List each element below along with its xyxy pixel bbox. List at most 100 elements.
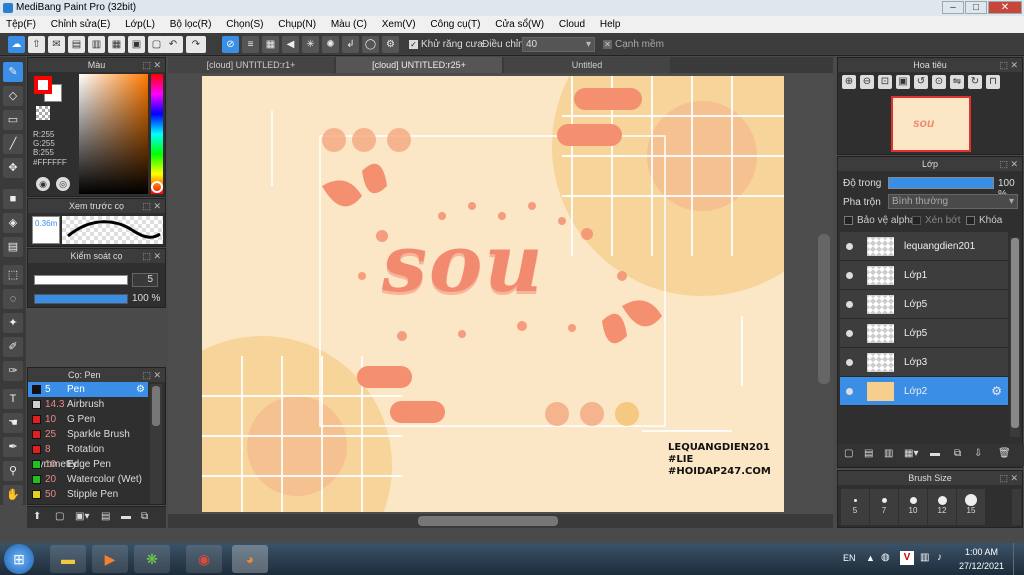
layer-menu-icon[interactable]: ▦▾: [904, 448, 918, 459]
lasso-tool-icon[interactable]: ◌: [3, 289, 23, 309]
lock-icon[interactable]: ⊓: [986, 75, 1000, 89]
zoom-out-icon[interactable]: ⊖: [860, 75, 874, 89]
actual-size-icon[interactable]: ▣: [896, 75, 910, 89]
brush-item-stipple[interactable]: 50 Stipple Pen: [28, 487, 148, 502]
navigator-thumbnail[interactable]: sou: [891, 96, 971, 152]
add-brush-icon[interactable]: ⬆: [33, 511, 41, 522]
snap-off-icon[interactable]: ⊘: [222, 36, 239, 53]
layer-folder-icon[interactable]: ▬: [930, 448, 940, 459]
delete-layer-icon[interactable]: 🗑: [998, 448, 1011, 459]
radial-snap-icon[interactable]: ✳: [302, 36, 319, 53]
new-halftone-layer-icon[interactable]: ▤: [864, 448, 873, 459]
panel-expand-icon[interactable]: ⬚ ✕: [142, 58, 161, 72]
image-icon[interactable]: ▣: [128, 36, 145, 53]
brush-tool-icon[interactable]: ✎: [3, 62, 23, 82]
layer-item-selected[interactable]: Lớp2 ⚙: [840, 377, 1008, 406]
menu-view[interactable]: Xem(V): [376, 16, 422, 33]
brush-size-preset[interactable]: 15: [957, 489, 985, 525]
opacity-slider[interactable]: [34, 294, 128, 304]
radial-line-icon[interactable]: ✺: [322, 36, 339, 53]
brush-item-watercolor[interactable]: 20 Watercolor (Wet): [28, 472, 148, 487]
delete-brush-icon[interactable]: ⧉: [141, 511, 148, 522]
horizontal-scroll-track[interactable]: [168, 514, 833, 528]
new-8bit-layer-icon[interactable]: ▥: [884, 448, 893, 459]
minimize-button[interactable]: –: [942, 1, 964, 14]
visibility-icon[interactable]: [846, 359, 853, 366]
menu-window[interactable]: Cửa sổ(W): [489, 16, 550, 33]
vertical-scrollbar[interactable]: [818, 234, 830, 384]
scroll-thumb[interactable]: [1011, 238, 1019, 428]
zoom-in-icon[interactable]: ⊕: [842, 75, 856, 89]
menu-help[interactable]: Help: [594, 16, 627, 33]
menu-snap[interactable]: Chụp(N): [272, 16, 322, 33]
merge-down-icon[interactable]: ⇩: [974, 448, 982, 459]
vanish-snap-icon[interactable]: ◀: [282, 36, 299, 53]
tray-v-icon[interactable]: V: [900, 551, 914, 565]
curve-snap-icon[interactable]: ↲: [342, 36, 359, 53]
tab-doc-3[interactable]: Untitled: [504, 57, 670, 73]
visibility-icon[interactable]: [846, 243, 853, 250]
brush-item-pen[interactable]: 5 Pen ⚙: [28, 382, 148, 397]
network-icon[interactable]: ▥: [920, 552, 929, 563]
circle-snap-icon[interactable]: ◯: [362, 36, 379, 53]
saturation-value-picker[interactable]: [79, 74, 148, 194]
menu-select[interactable]: Chọn(S): [220, 16, 269, 33]
redo-icon[interactable]: ↷: [186, 36, 206, 53]
brush-size-preset[interactable]: 7: [870, 489, 898, 525]
panel-expand-icon[interactable]: ⬚ ✕: [142, 249, 161, 263]
maximize-button[interactable]: □: [965, 1, 987, 14]
clip-checkbox[interactable]: [912, 216, 921, 225]
brush-item-sparkle[interactable]: 25 Sparkle Brush: [28, 427, 148, 442]
brush-copy-icon[interactable]: ▤: [101, 511, 110, 522]
cloud-icon[interactable]: ☁: [8, 36, 25, 53]
panel-expand-icon[interactable]: ⬚ ✕: [999, 157, 1018, 171]
hue-handle[interactable]: [151, 181, 163, 193]
visibility-icon[interactable]: [846, 388, 853, 395]
panel-expand-icon[interactable]: ⬚ ✕: [999, 471, 1018, 485]
menu-filter[interactable]: Bộ lọc(R): [164, 16, 218, 33]
language-indicator[interactable]: EN: [843, 553, 856, 563]
settings-icon[interactable]: ⚙: [382, 36, 399, 53]
protect-alpha-checkbox[interactable]: [844, 216, 853, 225]
tray-expand-icon[interactable]: ▲: [866, 553, 875, 563]
rectangle-tool-icon[interactable]: ▭: [3, 110, 23, 130]
bucket-tool-icon[interactable]: ◈: [3, 213, 23, 233]
brush-size-preset[interactable]: 12: [928, 489, 956, 525]
cross-snap-icon[interactable]: ▦: [262, 36, 279, 53]
menu-color[interactable]: Màu (C): [325, 16, 373, 33]
palette-add-icon[interactable]: ◎: [56, 177, 70, 191]
chrome-icon[interactable]: ◉: [186, 545, 222, 573]
panel-expand-icon[interactable]: ⬚ ✕: [142, 199, 161, 213]
hue-slider[interactable]: [151, 74, 163, 194]
sharp-edge-checkbox[interactable]: ✕: [603, 40, 612, 49]
layer-opacity-slider[interactable]: [888, 177, 994, 189]
brush-menu-icon[interactable]: ▣▾: [75, 511, 89, 522]
flip-icon[interactable]: ⇋: [950, 75, 964, 89]
explorer-icon[interactable]: ▬: [50, 545, 86, 573]
operation-tool-icon[interactable]: ☚: [3, 413, 23, 433]
gear-icon[interactable]: ⚙: [136, 382, 145, 397]
tray-app-icon[interactable]: ◍: [881, 552, 890, 563]
brush-item-airbrush[interactable]: 14.3 Airbrush: [28, 397, 148, 412]
visibility-icon[interactable]: [846, 330, 853, 337]
layer-item[interactable]: Lớp5: [840, 319, 1008, 348]
save-icon[interactable]: ▥: [88, 36, 105, 53]
tab-doc-1[interactable]: [cloud] UNTITLED:r1+: [168, 57, 334, 73]
comment-icon[interactable]: ✉: [48, 36, 65, 53]
select-rect-icon[interactable]: ⬚: [3, 265, 23, 285]
dropper-tool-icon[interactable]: ⚲: [3, 461, 23, 481]
panel-expand-icon[interactable]: ⬚ ✕: [999, 58, 1018, 72]
new-layer-icon[interactable]: ▢: [844, 448, 853, 459]
adjust-select[interactable]: 40 ▾: [522, 37, 595, 52]
grid-icon[interactable]: ▦: [108, 36, 125, 53]
move-tool-icon[interactable]: ✥: [3, 158, 23, 178]
medibang-taskbar-icon[interactable]: ◕: [232, 545, 268, 573]
fit-icon[interactable]: ⊡: [878, 75, 892, 89]
undo-icon[interactable]: ↶: [163, 36, 183, 53]
magic-wand-icon[interactable]: ✦: [3, 313, 23, 333]
lock-checkbox[interactable]: [966, 216, 975, 225]
menu-edit[interactable]: Chỉnh sửa(E): [45, 16, 117, 33]
fill-rect-icon[interactable]: ■: [3, 189, 23, 209]
brush-size-scrollbar[interactable]: [1012, 489, 1021, 525]
new-brush-icon[interactable]: ▢: [55, 511, 64, 522]
